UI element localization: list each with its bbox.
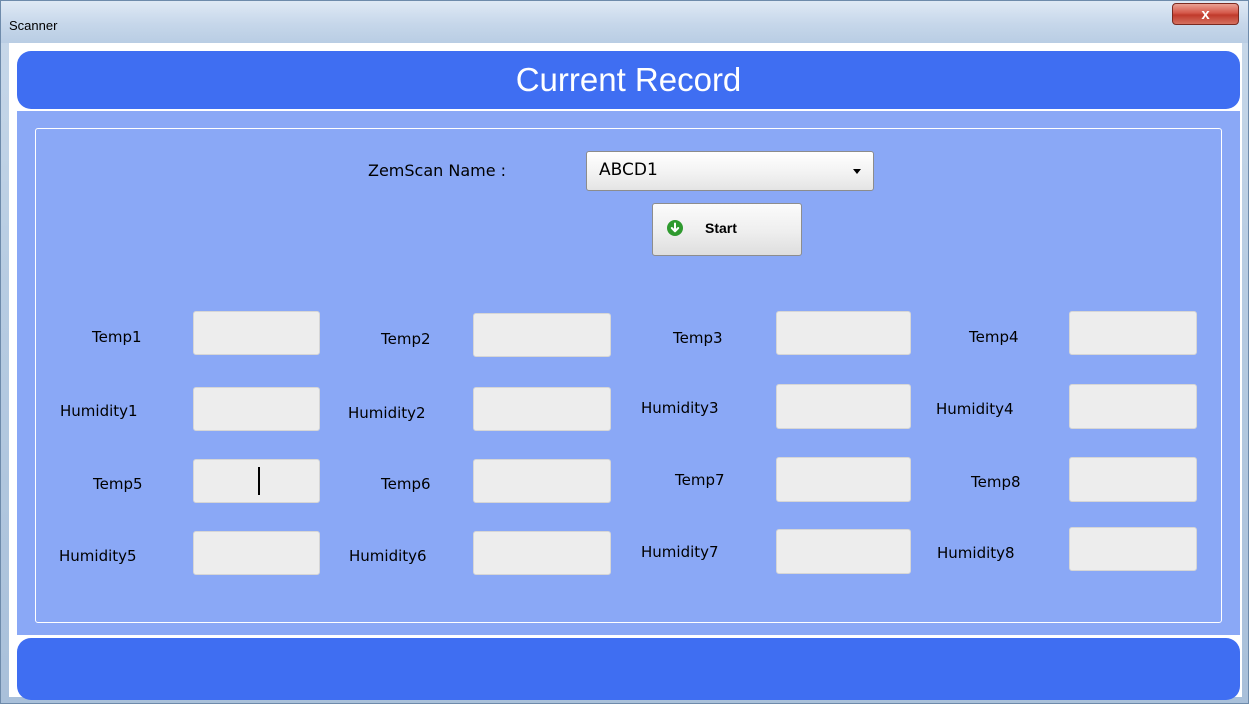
humidity5-label: Humidity5 <box>59 547 137 565</box>
temp1-label: Temp1 <box>92 328 142 346</box>
humidity8-label: Humidity8 <box>937 544 1015 562</box>
close-icon: x <box>1201 5 1210 23</box>
download-arrow-icon <box>667 220 683 236</box>
start-button-label: Start <box>705 220 737 236</box>
temp4-field[interactable] <box>1069 311 1197 355</box>
humidity4-field[interactable] <box>1069 384 1197 429</box>
temp4-label: Temp4 <box>969 328 1019 346</box>
humidity8-field[interactable] <box>1069 527 1197 571</box>
humidity7-field[interactable] <box>776 529 911 574</box>
humidity1-label: Humidity1 <box>60 402 138 420</box>
header-band: Current Record <box>17 51 1240 109</box>
zemscan-name-value: ABCD1 <box>599 160 658 180</box>
temp2-label: Temp2 <box>381 330 431 348</box>
humidity2-label: Humidity2 <box>348 404 426 422</box>
zemscan-name-label: ZemScan Name : <box>368 161 507 180</box>
humidity6-label: Humidity6 <box>349 547 427 565</box>
text-cursor <box>258 467 260 495</box>
footer-band <box>17 638 1240 700</box>
humidity4-label: Humidity4 <box>936 400 1014 418</box>
window-title: Scanner <box>9 18 58 33</box>
humidity2-field[interactable] <box>473 387 611 431</box>
humidity1-field[interactable] <box>193 387 320 431</box>
temp8-field[interactable] <box>1069 457 1197 502</box>
temp7-field[interactable] <box>776 457 911 502</box>
temp3-field[interactable] <box>776 311 911 355</box>
temp7-label: Temp7 <box>675 471 725 489</box>
temp5-label: Temp5 <box>93 475 143 493</box>
temp2-field[interactable] <box>473 313 611 357</box>
temp8-label: Temp8 <box>971 473 1021 491</box>
page-title: Current Record <box>515 61 742 98</box>
chevron-down-icon <box>853 169 861 174</box>
temp1-field[interactable] <box>193 311 320 355</box>
scanner-window: Scanner x Current Record ZemScan Name : … <box>0 0 1249 704</box>
start-button[interactable]: Start <box>652 203 802 256</box>
humidity5-field[interactable] <box>193 531 320 575</box>
title-bar[interactable]: Scanner x <box>1 1 1248 43</box>
humidity7-label: Humidity7 <box>641 543 719 561</box>
temp5-field[interactable] <box>193 459 320 503</box>
zemscan-name-select[interactable]: ABCD1 <box>586 151 874 191</box>
temp6-label: Temp6 <box>381 475 431 493</box>
temp6-field[interactable] <box>473 459 611 503</box>
close-button[interactable]: x <box>1172 3 1239 25</box>
humidity6-field[interactable] <box>473 531 611 575</box>
humidity3-field[interactable] <box>776 384 911 429</box>
humidity3-label: Humidity3 <box>641 399 719 417</box>
temp3-label: Temp3 <box>673 329 723 347</box>
